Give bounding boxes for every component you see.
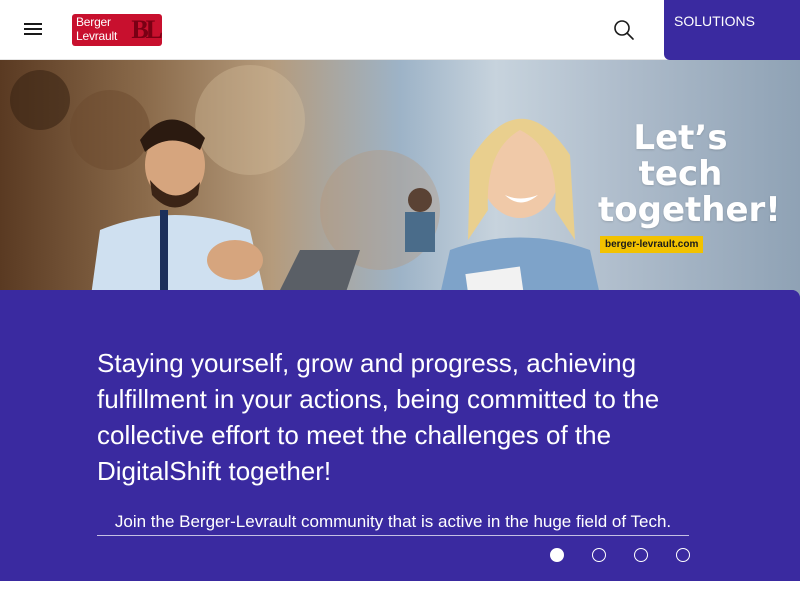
search-icon[interactable] (612, 18, 636, 42)
carousel-dot-1[interactable] (550, 548, 564, 562)
join-community-link[interactable]: Join the Berger-Levrault community that … (97, 511, 689, 536)
logo-wordmark: Berger Levrault (76, 15, 118, 43)
hero-tagline: Let’s tech together! (598, 118, 781, 230)
logo-mark: BL (131, 15, 162, 44)
site-header: Berger Levrault BL SOLUTIONS (0, 0, 800, 60)
panel-overlay (0, 290, 800, 335)
carousel-dot-2[interactable] (592, 548, 606, 562)
hamburger-menu-icon[interactable] (22, 20, 44, 40)
carousel-dot-4[interactable] (676, 548, 690, 562)
solutions-button[interactable]: SOLUTIONS (664, 0, 800, 60)
hero-headline: Staying yourself, grow and progress, ach… (97, 348, 660, 486)
berger-levrault-logo[interactable]: Berger Levrault BL (72, 14, 162, 46)
hero-url-tag: berger-levrault.com (600, 236, 704, 253)
carousel-dot-3[interactable] (634, 548, 648, 562)
